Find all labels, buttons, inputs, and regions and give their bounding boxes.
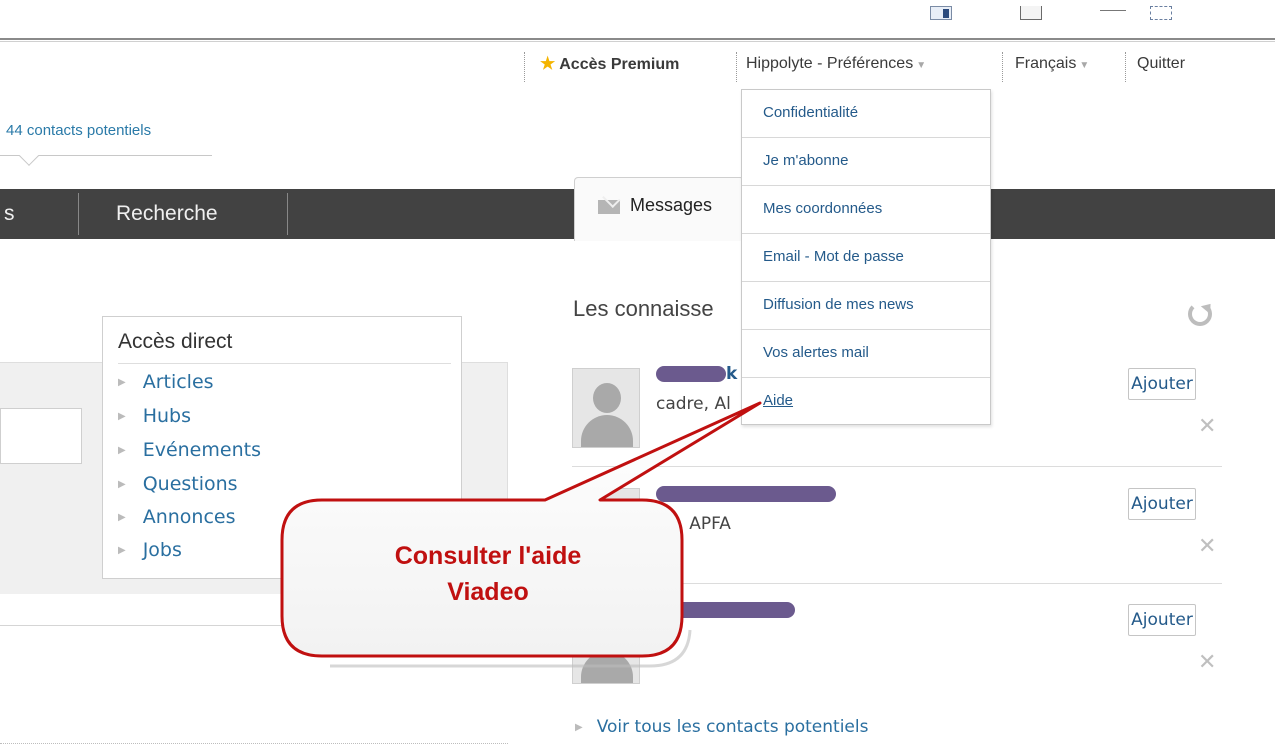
- callout-text: Consulter l'aide Viadeo: [296, 538, 680, 610]
- see-all-contacts-link[interactable]: ▶ Voir tous les contacts potentiels: [575, 717, 868, 737]
- nav-separator: [287, 193, 288, 235]
- toolbar-icon-c[interactable]: [1100, 8, 1126, 11]
- suggestion-name[interactable]: [656, 484, 836, 504]
- envelope-icon: [598, 200, 620, 214]
- triangle-right-icon: ▶: [118, 377, 126, 388]
- triangle-right-icon: ▶: [575, 722, 583, 733]
- tab-messages[interactable]: Messages: [574, 177, 744, 241]
- add-contact-button[interactable]: Ajouter: [1128, 604, 1196, 636]
- potential-contacts-link[interactable]: 44 contacts potentiels: [6, 122, 151, 139]
- menu-item-news[interactable]: Diffusion de mes news: [742, 282, 990, 330]
- add-contact-button[interactable]: Ajouter: [1128, 368, 1196, 400]
- toolbar-divider: [0, 38, 1275, 40]
- triangle-right-icon: ▶: [118, 479, 126, 490]
- suggestions-title: Les connaisse: [573, 296, 714, 321]
- bubble-notch: [19, 146, 39, 166]
- suggestion-role: cadre, Al: [656, 394, 731, 414]
- divider: [0, 625, 508, 626]
- separator: [1002, 52, 1003, 82]
- menu-item-coordonnees[interactable]: Mes coordonnées: [742, 186, 990, 234]
- language-label: Français: [1015, 55, 1077, 72]
- link-label: Jobs: [142, 539, 182, 561]
- link-label: Evénements: [142, 439, 261, 461]
- menu-item-abonnement[interactable]: Je m'abonne: [742, 138, 990, 186]
- menu-item-email-password[interactable]: Email - Mot de passe: [742, 234, 990, 282]
- close-icon[interactable]: ✕: [1198, 416, 1216, 438]
- close-icon[interactable]: ✕: [1198, 536, 1216, 558]
- divider: [572, 466, 1222, 467]
- divider-dotted: [0, 743, 508, 744]
- suggestion-role: EB, APFA: [656, 514, 731, 534]
- triangle-right-icon: ▶: [118, 512, 126, 523]
- link-label: Articles: [142, 371, 214, 393]
- triangle-right-icon: ▶: [118, 445, 126, 456]
- tab-messages-label: Messages: [630, 195, 713, 215]
- toolbar-icon-b[interactable]: [1020, 6, 1042, 20]
- preferences-label: Hippolyte - Préférences: [746, 55, 914, 72]
- separator: [1125, 52, 1126, 82]
- direct-access-link-articles[interactable]: ▶ Articles: [118, 371, 214, 393]
- direct-access-title: Accès direct: [118, 330, 233, 353]
- premium-access-link[interactable]: ★ Accès Premium: [540, 52, 679, 76]
- nav-separator: [78, 193, 79, 235]
- premium-label: Accès Premium: [559, 56, 680, 73]
- triangle-down-icon: ▼: [916, 60, 927, 71]
- separator: [736, 52, 737, 82]
- menu-item-confidentialite[interactable]: Confidentialité: [742, 90, 990, 138]
- add-contact-button[interactable]: Ajouter: [1128, 488, 1196, 520]
- triangle-right-icon: ▶: [118, 411, 126, 422]
- browser-toolbar: [0, 0, 1275, 44]
- suggestion-item: ri Ajouter ✕: [572, 598, 1224, 714]
- direct-access-link-questions[interactable]: ▶ Questions: [118, 473, 238, 495]
- language-selector[interactable]: Français ▼: [1015, 52, 1089, 76]
- toolbar-icon-a[interactable]: [930, 6, 952, 20]
- callout-line-2: Viadeo: [447, 578, 529, 606]
- toolbar-divider-light: [0, 41, 1275, 42]
- direct-access-link-jobs[interactable]: ▶ Jobs: [118, 539, 182, 561]
- triangle-down-icon: ▼: [1079, 60, 1090, 71]
- search-input[interactable]: [0, 408, 82, 464]
- direct-access-link-evenements[interactable]: ▶ Evénements: [118, 439, 261, 461]
- toolbar-icon-d[interactable]: [1150, 6, 1172, 20]
- logout-link[interactable]: Quitter: [1137, 52, 1185, 76]
- close-icon[interactable]: ✕: [1198, 652, 1216, 674]
- direct-access-link-annonces[interactable]: ▶ Annonces: [118, 506, 236, 528]
- suggestion-name[interactable]: k: [656, 364, 737, 384]
- triangle-right-icon: ▶: [118, 545, 126, 556]
- nav-item-partial[interactable]: s: [4, 189, 15, 239]
- star-icon: ★: [540, 54, 556, 73]
- nav-item-recherche[interactable]: Recherche: [116, 189, 218, 239]
- menu-item-aide[interactable]: Aide: [742, 378, 990, 426]
- link-label: Questions: [142, 473, 238, 495]
- menu-item-alerts[interactable]: Vos alertes mail: [742, 330, 990, 378]
- link-label: Annonces: [142, 506, 236, 528]
- divider: [118, 363, 451, 364]
- separator: [524, 52, 525, 82]
- link-label: Hubs: [142, 405, 191, 427]
- avatar[interactable]: [572, 368, 640, 448]
- refresh-icon[interactable]: [1188, 302, 1212, 326]
- callout-line-1: Consulter l'aide: [394, 542, 582, 570]
- avatar[interactable]: [572, 604, 640, 684]
- preferences-dropdown: Confidentialité Je m'abonne Mes coordonn…: [741, 89, 991, 425]
- link-label: Voir tous les contacts potentiels: [596, 717, 869, 737]
- preferences-menu-button[interactable]: Hippolyte - Préférences ▼: [746, 52, 926, 76]
- direct-access-link-hubs[interactable]: ▶ Hubs: [118, 405, 191, 427]
